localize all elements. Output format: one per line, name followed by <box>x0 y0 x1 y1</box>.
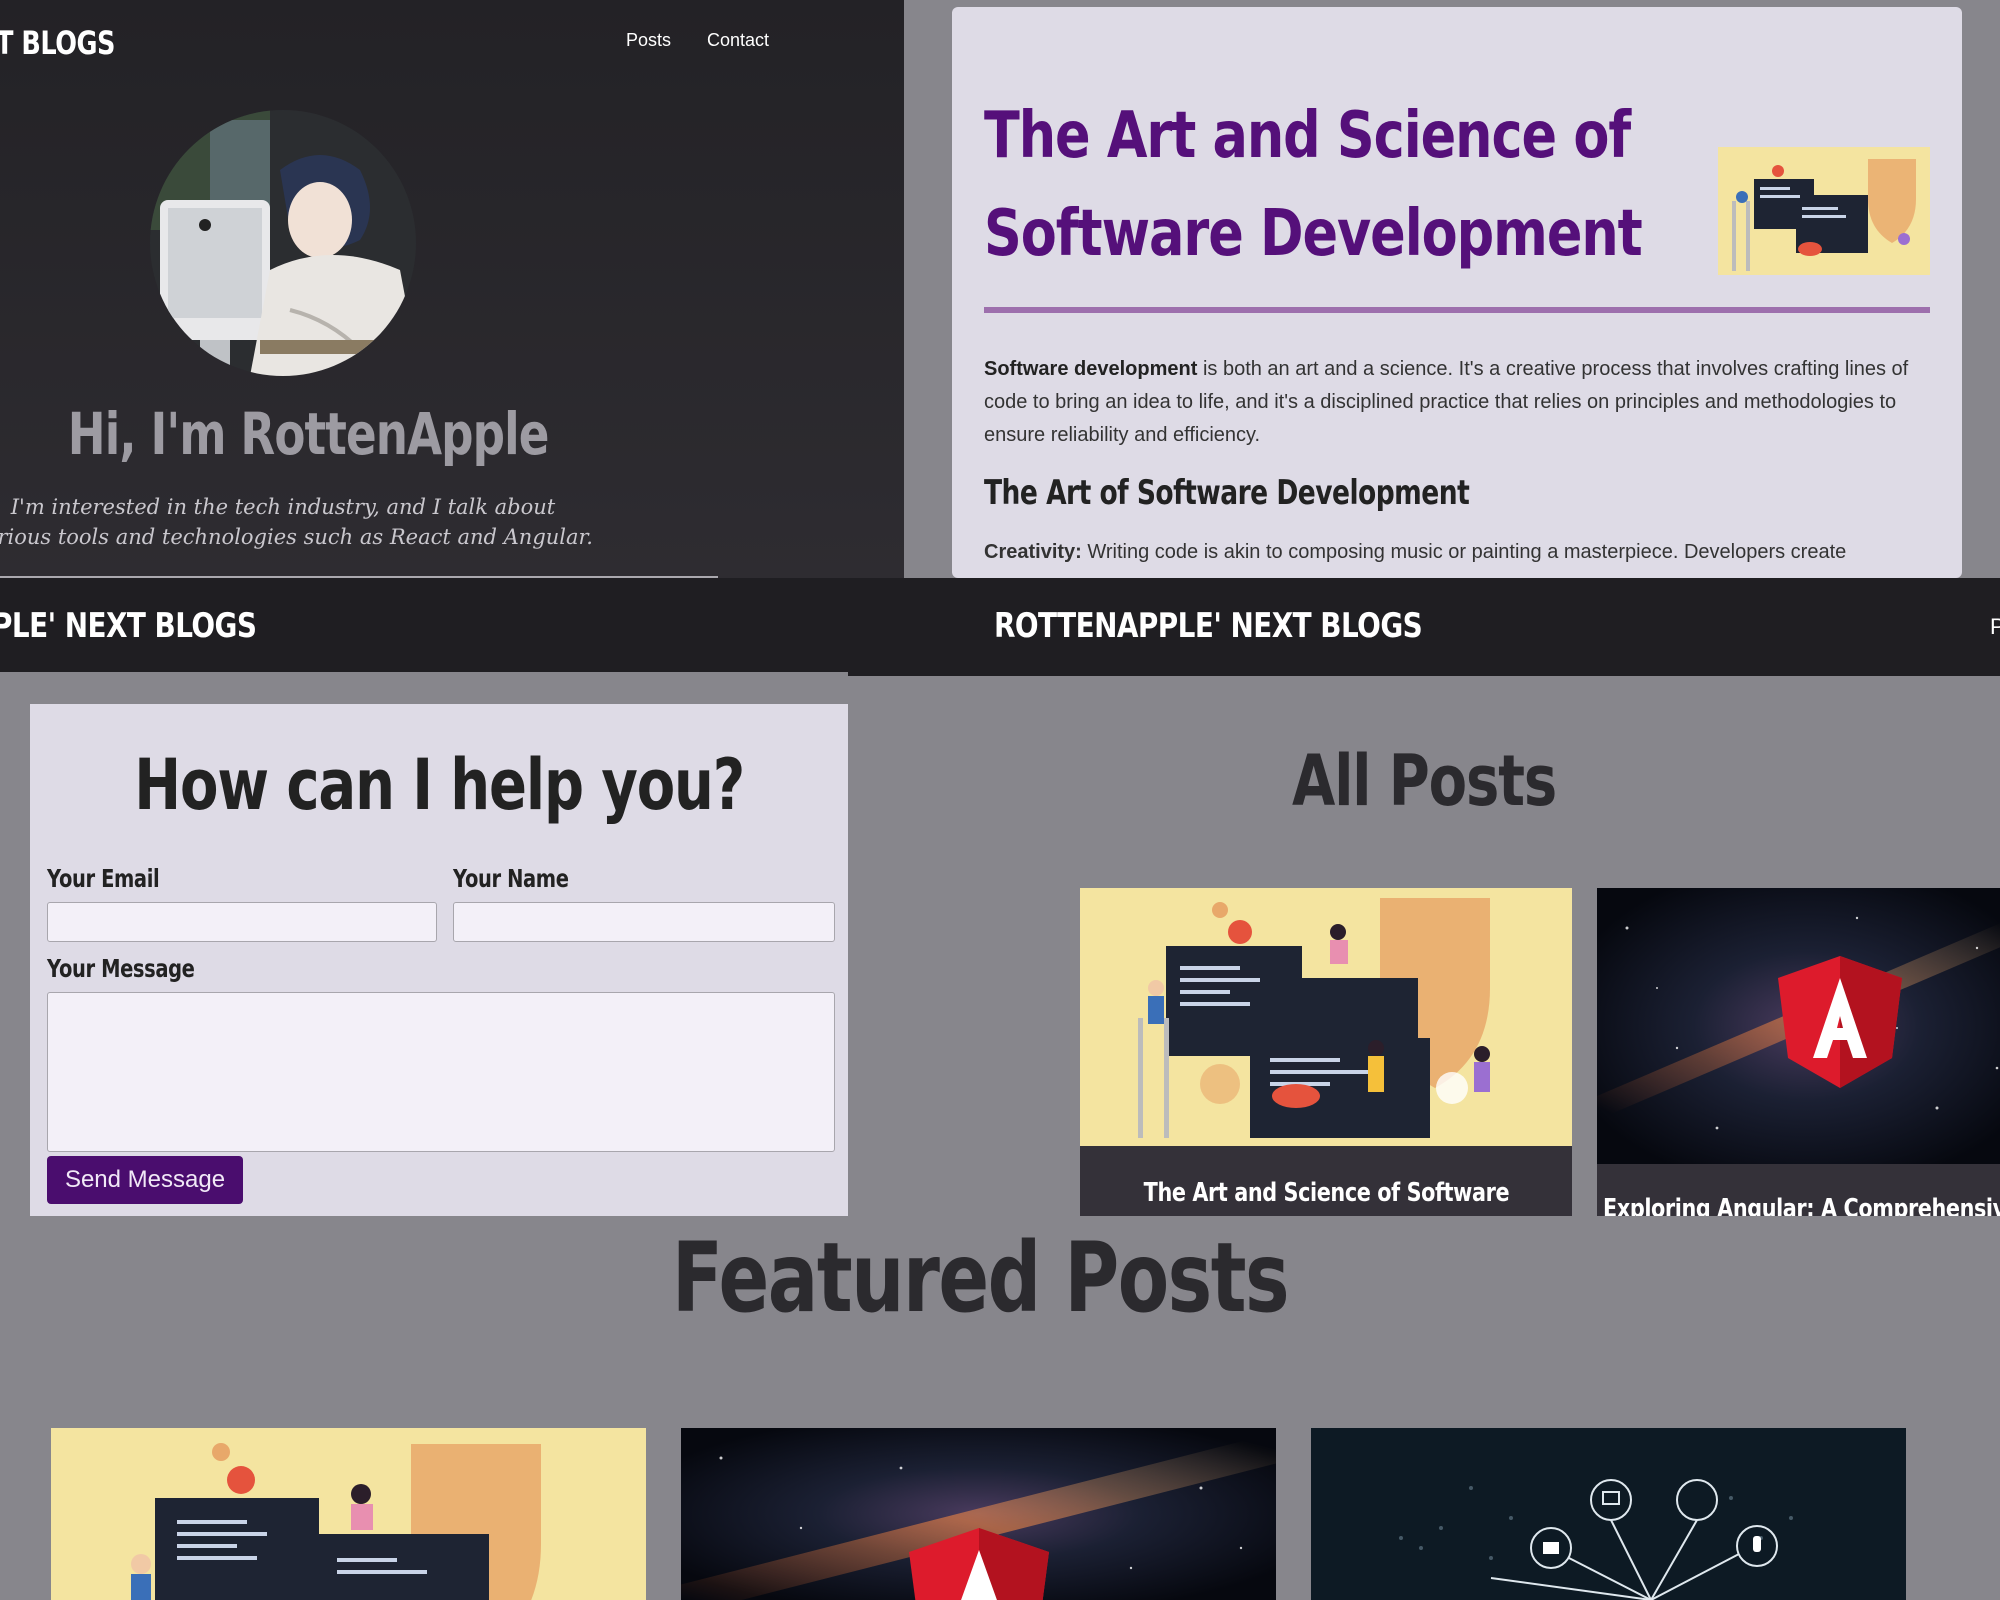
featured-post-card[interactable] <box>1311 1428 1906 1600</box>
nav-link-contact[interactable]: Contact <box>707 30 769 51</box>
article-paragraph: Creativity: Writing code is akin to comp… <box>984 541 1847 563</box>
email-label: Your Email <box>47 864 160 893</box>
post-image <box>1597 888 2000 1169</box>
message-field[interactable] <box>47 992 835 1152</box>
featured-post-image <box>1311 1428 1906 1600</box>
featured-posts-title: Featured Posts <box>671 1222 1290 1334</box>
name-label: Your Name <box>453 864 569 893</box>
hero-panel: T BLOGS Posts Contact Hi, I'm RottenAppl… <box>0 0 904 578</box>
article-title: The Art and Science of Software Developm… <box>984 99 1643 271</box>
avatar <box>150 110 416 376</box>
send-message-button[interactable]: Send Message <box>47 1156 243 1204</box>
article-panel: The Art and Science of Software Developm… <box>952 7 1962 578</box>
post-card[interactable]: Exploring Angular: A Comprehensive <box>1597 888 2000 1216</box>
featured-post-image <box>51 1428 646 1600</box>
all-posts-header: ROTTENAPPLE' NEXT BLOGS P <box>848 578 2000 676</box>
site-brand[interactable]: T BLOGS <box>0 24 115 62</box>
featured-post-card[interactable] <box>681 1428 1276 1600</box>
site-brand[interactable]: PLE' NEXT BLOGS <box>0 606 257 646</box>
article-subheading: The Art of Software Development <box>984 473 1470 513</box>
post-card[interactable]: The Art and Science of Software <box>1080 888 1572 1216</box>
hero-bio-line: I'm interested in the tech industry, and… <box>10 495 556 519</box>
post-title: Exploring Angular: A Comprehensive <box>1603 1194 2000 1216</box>
message-label: Your Message <box>47 954 195 983</box>
hero-bio-line: various tools and technologies such as R… <box>0 525 593 549</box>
post-title: The Art and Science of Software <box>1143 1178 1509 1208</box>
featured-post-image <box>681 1428 1276 1600</box>
post-image <box>1080 888 1572 1151</box>
all-posts-title: All Posts <box>1291 740 1557 822</box>
title-underline <box>984 307 1930 313</box>
hero-title: Hi, I'm RottenApple <box>67 400 550 468</box>
article-paragraph: Software development is both an art and … <box>984 358 1909 446</box>
nav-link-posts[interactable]: Posts <box>626 30 671 51</box>
article-image <box>1718 147 1930 275</box>
hero-bio: I'm interested in the tech industry, and… <box>0 492 596 552</box>
site-brand[interactable]: ROTTENAPPLE' NEXT BLOGS <box>994 606 1423 646</box>
nav-link-posts[interactable]: P <box>1990 614 2000 640</box>
contact-title: How can I help you? <box>134 744 745 826</box>
bold-term: Creativity: <box>984 541 1082 563</box>
bold-term: Software development <box>984 358 1198 380</box>
featured-post-card[interactable] <box>51 1428 646 1600</box>
email-field[interactable] <box>47 902 437 942</box>
contact-header: PLE' NEXT BLOGS <box>0 578 848 672</box>
contact-form: How can I help you? Your Email Your Name… <box>30 704 848 1216</box>
name-field[interactable] <box>453 902 835 942</box>
